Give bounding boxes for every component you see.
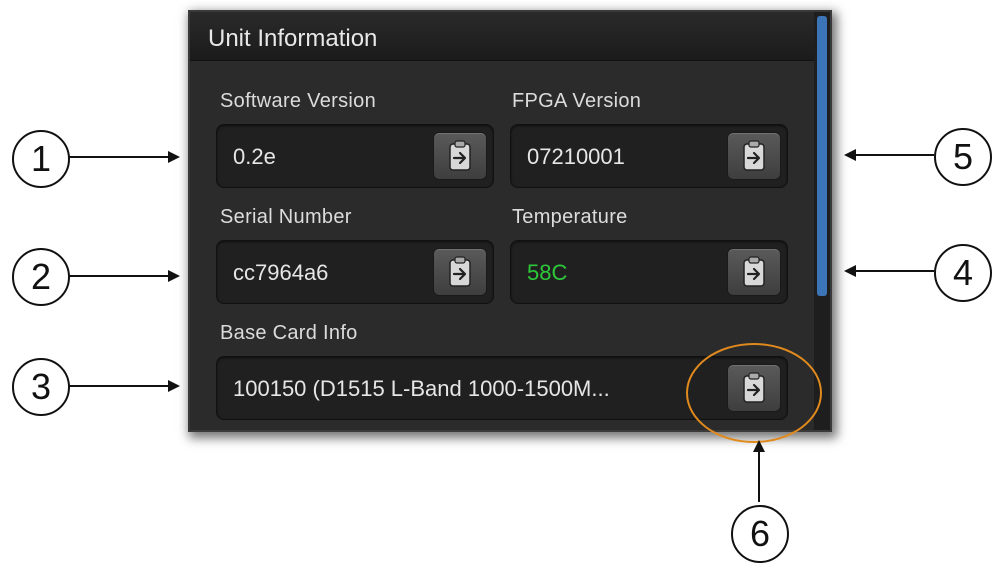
serial-number-field: cc7964a6 [216,240,494,304]
callout-2-arrow [68,275,168,277]
callout-2: 2 [12,248,70,306]
temperature-label: Temperature [512,206,628,228]
temperature-field: 58C [510,240,788,304]
callout-1: 1 [12,130,70,188]
callout-2-arrow-head [168,270,180,282]
callout-5-arrow-head [844,149,856,161]
serial-number-label: Serial Number [220,206,352,228]
copy-serial-number-button[interactable] [433,248,487,296]
callout-4-arrow-head [844,265,856,277]
callout-3-arrow-head [168,380,180,392]
panel-title: Unit Information [208,25,378,52]
base-card-info-label: Base Card Info [220,322,358,344]
callout-3-arrow [68,385,168,387]
software-version-field: 0.2e [216,124,494,188]
base-card-info-value: 100150 (D1515 L-Band 1000-1500M... [233,376,610,401]
copy-clipboard-icon [449,256,471,287]
scrollbar[interactable] [814,12,830,430]
copy-clipboard-icon [743,256,765,287]
software-version-label: Software Version [220,90,376,112]
copy-fpga-version-button[interactable] [727,132,781,180]
callout-6: 6 [731,505,789,563]
callout-3: 3 [12,358,70,416]
callout-5: 5 [934,128,992,186]
copy-clipboard-icon [449,140,471,171]
copy-clipboard-icon [743,140,765,171]
callout-6-arrow-head [753,440,765,452]
copy-software-version-button[interactable] [433,132,487,180]
temperature-value: 58C [527,260,568,285]
copy-temperature-button[interactable] [727,248,781,296]
fpga-version-value: 07210001 [527,144,625,169]
callout-1-arrow [68,156,168,158]
serial-number-value: cc7964a6 [233,260,329,285]
software-version-value: 0.2e [233,144,276,169]
scrollbar-thumb[interactable] [817,16,827,296]
fpga-version-field: 07210001 [510,124,788,188]
callout-4-arrow [856,270,934,272]
callout-6-arrow [758,452,760,502]
callout-1-arrow-head [168,151,180,163]
fpga-version-label: FPGA Version [512,90,642,112]
panel-header: Unit Information [190,12,814,61]
callout-5-arrow [856,154,934,156]
highlight-ring [686,343,822,443]
callout-4: 4 [934,244,992,302]
